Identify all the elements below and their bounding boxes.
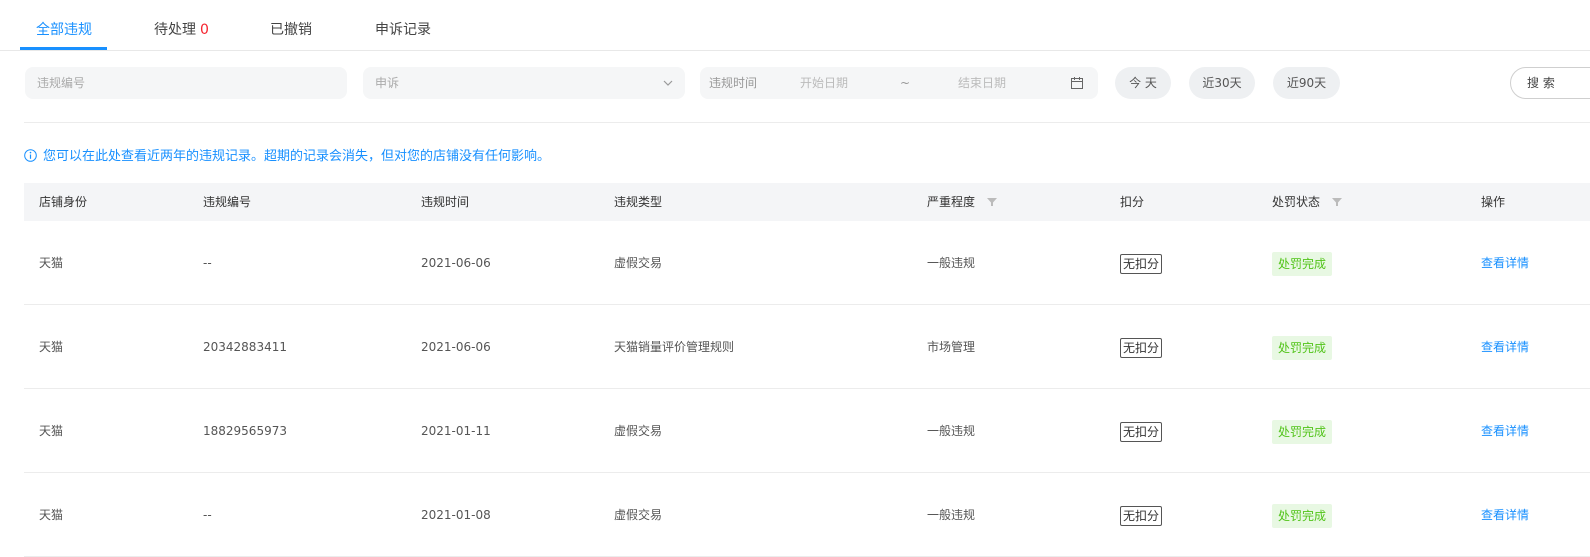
cell-violation-id: --	[203, 508, 212, 522]
status-badge: 处罚完成	[1272, 419, 1333, 444]
cell-penalty-status: 处罚完成	[1272, 473, 1333, 557]
status-badge: 处罚完成	[1272, 503, 1333, 528]
cell-severity: 一般违规	[927, 424, 976, 438]
cell-violation-id: 18829565973	[203, 424, 287, 438]
cell-severity: 一般违规	[927, 256, 976, 270]
column-header-identity: 店铺身份	[39, 195, 88, 209]
cell-violation-type: 虚假交易	[614, 424, 663, 438]
end-date-input[interactable]: 结束日期	[958, 67, 1006, 99]
tab-bar: 全部违规 待处理 0 已撤销 申诉记录	[0, 0, 1590, 51]
tab-pending[interactable]: 待处理 0	[154, 0, 209, 51]
cell-violation-time: 2021-01-08	[421, 508, 491, 522]
date-range-picker[interactable]: 违规时间 开始日期 ~ 结束日期	[700, 67, 1098, 99]
cell-violation-time: 2021-01-11	[421, 424, 491, 438]
deduction-tag: 无扣分	[1120, 253, 1163, 274]
cell-deduction: 无扣分	[1120, 473, 1163, 557]
active-tab-indicator	[20, 47, 107, 50]
column-header-penalty-status: 处罚状态	[1272, 183, 1342, 221]
table-header: 店铺身份 违规编号 违规时间 违规类型 严重程度 扣分 处罚状态 操作	[24, 183, 1590, 221]
cell-violation-time: 2021-06-06	[421, 256, 491, 270]
table-row: 天猫 -- 2021-06-06 虚假交易 一般违规 无扣分 处罚完成 查看详情	[24, 221, 1590, 305]
cell-identity: 天猫	[39, 508, 64, 522]
status-badge: 处罚完成	[1272, 251, 1333, 276]
cell-deduction: 无扣分	[1120, 221, 1163, 305]
start-date-input[interactable]: 开始日期	[800, 67, 848, 99]
column-header-violation-time: 违规时间	[421, 195, 470, 209]
table-row: 天猫 20342883411 2021-06-06 天猫销量评价管理规则 市场管…	[24, 305, 1590, 389]
column-header-violation-type: 违规类型	[614, 195, 663, 209]
cell-severity: 一般违规	[927, 508, 976, 522]
tab-all-violations[interactable]: 全部违规	[36, 0, 92, 51]
cell-identity: 天猫	[39, 256, 64, 270]
cell-violation-id: 20342883411	[203, 340, 287, 354]
column-header-severity: 严重程度	[927, 183, 997, 221]
deduction-tag: 无扣分	[1120, 505, 1163, 526]
last-90-days-button[interactable]: 近90天	[1273, 67, 1340, 99]
tab-label: 全部违规	[36, 22, 92, 38]
range-separator: ~	[900, 76, 911, 90]
status-badge: 处罚完成	[1272, 335, 1333, 360]
column-header-violation-id: 违规编号	[203, 195, 252, 209]
column-header-label: 严重程度	[927, 195, 976, 209]
calendar-icon	[1071, 77, 1083, 89]
cell-penalty-status: 处罚完成	[1272, 221, 1333, 305]
last-30-days-button[interactable]: 近30天	[1189, 67, 1255, 99]
type-select-value: 申诉	[375, 76, 400, 90]
cell-identity: 天猫	[39, 424, 64, 438]
today-button[interactable]: 今 天	[1115, 67, 1171, 99]
info-notice: 您可以在此处查看近两年的违规记录。超期的记录会消失，但对您的店铺没有任何影响。	[24, 148, 550, 166]
column-header-label: 处罚状态	[1272, 195, 1321, 209]
divider	[24, 122, 1590, 123]
tab-label: 申诉记录	[375, 22, 431, 38]
type-select[interactable]: 申诉	[363, 67, 685, 99]
table-row: 天猫 18829565973 2021-01-11 虚假交易 一般违规 无扣分 …	[24, 389, 1590, 473]
filter-icon[interactable]	[986, 197, 997, 207]
table-row: 天猫 -- 2021-01-08 虚假交易 一般违规 无扣分 处罚完成 查看详情	[24, 473, 1590, 557]
view-details-link[interactable]: 查看详情	[1481, 473, 1529, 557]
date-range-label: 违规时间	[709, 76, 758, 90]
violation-id-input[interactable]	[25, 67, 347, 99]
column-header-action: 操作	[1481, 195, 1506, 209]
deduction-tag: 无扣分	[1120, 421, 1163, 442]
cell-deduction: 无扣分	[1120, 305, 1163, 389]
tab-appeal-records[interactable]: 申诉记录	[375, 0, 431, 51]
tab-label: 待处理	[154, 22, 196, 38]
cell-penalty-status: 处罚完成	[1272, 389, 1333, 473]
violation-id-field	[25, 67, 347, 99]
filter-icon[interactable]	[1331, 197, 1342, 207]
view-details-link[interactable]: 查看详情	[1481, 221, 1529, 305]
cell-violation-id: --	[203, 256, 212, 270]
view-details-link[interactable]: 查看详情	[1481, 305, 1529, 389]
deduction-tag: 无扣分	[1120, 337, 1163, 358]
notice-text: 您可以在此处查看近两年的违规记录。超期的记录会消失，但对您的店铺没有任何影响。	[43, 149, 551, 164]
chevron-down-icon	[663, 80, 673, 86]
cell-violation-type: 天猫销量评价管理规则	[614, 340, 735, 354]
info-icon	[24, 149, 37, 162]
tab-label: 已撤销	[270, 22, 312, 38]
cell-violation-type: 虚假交易	[614, 256, 663, 270]
cell-penalty-status: 处罚完成	[1272, 305, 1333, 389]
cell-severity: 市场管理	[927, 340, 976, 354]
cell-violation-type: 虚假交易	[614, 508, 663, 522]
pending-count-badge: 0	[200, 22, 209, 38]
tab-revoked[interactable]: 已撤销	[270, 0, 312, 51]
search-button[interactable]: 搜 索	[1510, 67, 1590, 99]
cell-identity: 天猫	[39, 340, 64, 354]
view-details-link[interactable]: 查看详情	[1481, 389, 1529, 473]
cell-deduction: 无扣分	[1120, 389, 1163, 473]
column-header-deduction: 扣分	[1120, 195, 1145, 209]
cell-violation-time: 2021-06-06	[421, 340, 491, 354]
